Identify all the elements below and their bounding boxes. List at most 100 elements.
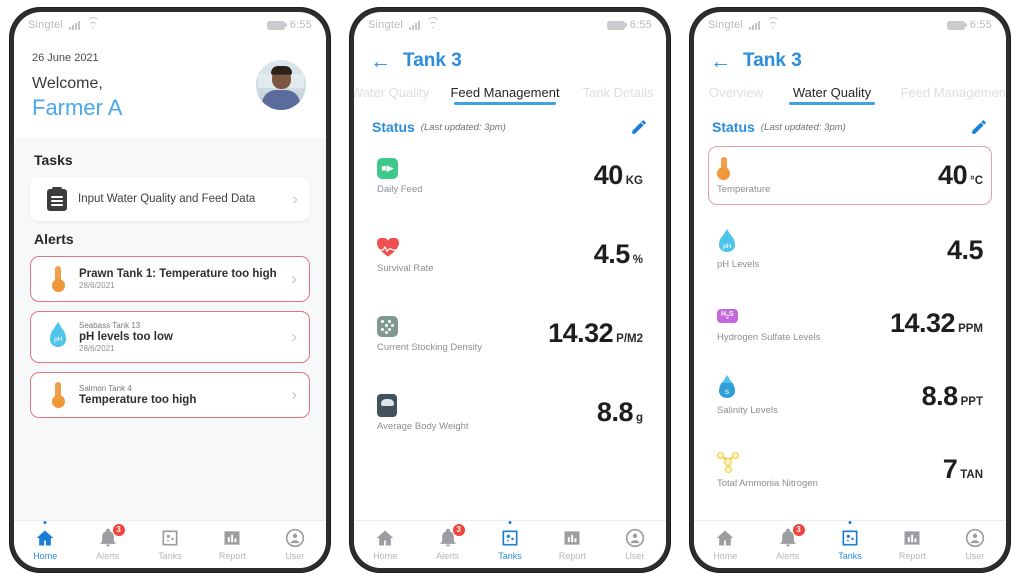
alert-title: Temperature too high	[79, 393, 197, 406]
task-label: Input Water Quality and Feed Data	[78, 192, 256, 205]
status-label: Status	[712, 119, 755, 135]
nav-item-alerts[interactable]: 3 Alerts	[416, 524, 478, 561]
status-row: Status (Last updated: 3pm)	[694, 105, 1006, 140]
heart-rate-icon	[377, 235, 495, 259]
metric-unit: TAN	[960, 469, 983, 481]
bottom-navigation: Home 3 Alerts Tanks Report User	[14, 520, 326, 568]
alerts-badge: 3	[792, 524, 805, 536]
metric-label: Daily Feed	[377, 184, 423, 195]
nav-item-tanks[interactable]: Tanks	[139, 528, 201, 561]
clock-label: 6:55	[969, 19, 992, 31]
nav-item-home[interactable]: Home	[694, 528, 756, 561]
bell-icon: 3	[98, 524, 125, 548]
tanks-icon	[840, 528, 860, 548]
metric-value: 40	[593, 160, 624, 190]
tab-water-quality[interactable]: Water Quality	[354, 85, 438, 105]
metric-label: Salinity Levels	[717, 405, 778, 416]
home-icon	[715, 528, 735, 548]
tab-bar: Overview Water Quality Feed Management	[694, 85, 1006, 105]
metric-value: 4.5	[593, 239, 631, 269]
metric-row[interactable]: S Salinity Levels 8.8 PPT	[708, 367, 992, 426]
metric-value: 14.32	[890, 308, 956, 338]
home-content: Tasks Input Water Quality and Feed Data …	[14, 137, 326, 520]
alert-card[interactable]: Prawn Tank 1: Temperature too high 28/6/…	[30, 255, 310, 302]
metric-unit: °C	[970, 175, 983, 187]
density-icon	[377, 314, 495, 338]
thermometer-icon	[717, 156, 835, 180]
active-dot-icon	[848, 521, 852, 524]
signal-icon	[69, 20, 81, 30]
tab-water-quality[interactable]: Water Quality	[776, 85, 888, 105]
clock-label: 6:55	[629, 19, 652, 31]
nav-item-alerts[interactable]: 3 Alerts	[76, 524, 138, 561]
tab-tank-details[interactable]: Tank Details	[572, 85, 664, 105]
chevron-right-icon: ›	[291, 327, 297, 346]
home-body: 26 June 2021 Welcome, Farmer A Tasks Inp…	[14, 38, 326, 520]
signal-icon	[409, 20, 421, 30]
metric-unit: g	[635, 412, 643, 424]
nav-item-home[interactable]: Home	[14, 521, 76, 561]
back-arrow-icon[interactable]: ←	[710, 51, 731, 72]
home-icon	[35, 528, 55, 548]
task-card[interactable]: Input Water Quality and Feed Data ›	[30, 176, 310, 221]
alert-date: 28/6/2021	[79, 280, 115, 290]
nav-item-report[interactable]: Report	[881, 528, 943, 561]
bottom-navigation: Home 3 Alerts Tanks Report User	[694, 520, 1006, 568]
metric-row[interactable]: Temperature 40 °C	[708, 146, 992, 205]
clock-label: 6:55	[289, 19, 312, 31]
nav-item-user[interactable]: User	[604, 528, 666, 561]
metric-value: 14.32	[548, 318, 614, 348]
metric-row[interactable]: Total Ammonia Nitrogen 7 TAN	[708, 440, 992, 499]
nav-item-alerts[interactable]: 3 Alerts	[756, 524, 818, 561]
feed-body: ← Tank 3 Water Quality Feed Management T…	[354, 38, 666, 520]
metric-unit: PPM	[958, 323, 983, 335]
nav-label-home: Home	[373, 551, 398, 561]
nav-item-tanks[interactable]: Tanks	[479, 521, 541, 561]
nav-label-alerts: Alerts	[436, 551, 460, 561]
user-icon	[285, 528, 305, 548]
detail-header: ← Tank 3	[354, 38, 666, 72]
metric-unit: P/M2	[616, 333, 643, 345]
nav-item-user[interactable]: User	[264, 528, 326, 561]
status-bar: Singtel 6:55	[14, 12, 326, 38]
metric-value: 7	[942, 454, 958, 484]
metric-row[interactable]: H2S Hydrogen Sulfate Levels 14.32 PPM	[708, 294, 992, 353]
nav-item-tanks[interactable]: Tanks	[819, 521, 881, 561]
nav-label-home: Home	[713, 551, 738, 561]
nav-label-report: Report	[898, 551, 926, 561]
carrier-label: Singtel	[28, 19, 64, 31]
pencil-icon[interactable]	[630, 118, 648, 136]
metric-unit: PPT	[960, 396, 983, 408]
metric-row[interactable]: Average Body Weight 8.8 g	[368, 383, 652, 442]
metric-label: Hydrogen Sulfate Levels	[717, 332, 821, 343]
page-title: Tank 3	[743, 50, 802, 71]
thermometer-icon	[43, 265, 73, 292]
nav-label-tanks: Tanks	[838, 551, 862, 561]
metric-row[interactable]: Survival Rate 4.5 %	[368, 225, 652, 284]
status-row: Status (Last updated: 3pm)	[354, 105, 666, 140]
phone-bezel: Singtel 6:55 ← Tank 3 Overview Water Qua…	[690, 8, 1010, 572]
alert-card[interactable]: pH Seabass Tank 13 pH levels too low 28/…	[30, 310, 310, 363]
tab-feed-management[interactable]: Feed Management	[438, 85, 572, 105]
metric-row[interactable]: pH pH Levels 4.5	[708, 221, 992, 280]
metric-row[interactable]: Current Stocking Density 14.32 P/M2	[368, 304, 652, 363]
nav-item-report[interactable]: Report	[201, 528, 263, 561]
avatar[interactable]	[256, 60, 306, 110]
alert-card[interactable]: Salmon Tank 4 Temperature too high ›	[30, 371, 310, 418]
nav-item-user[interactable]: User	[944, 528, 1006, 561]
nav-item-home[interactable]: Home	[354, 528, 416, 561]
tab-bar: Water Quality Feed Management Tank Detai…	[354, 85, 666, 105]
tab-overview[interactable]: Overview	[696, 85, 776, 105]
pencil-icon[interactable]	[970, 118, 988, 136]
carrier-label: Singtel	[708, 19, 744, 31]
phone-screen-feed: Singtel 6:55 ← Tank 3 Water Quality Feed…	[354, 12, 666, 568]
chevron-right-icon: ›	[291, 385, 297, 404]
nav-item-report[interactable]: Report	[541, 528, 603, 561]
molecule-icon	[717, 450, 835, 474]
active-dot-icon	[43, 521, 47, 524]
metric-row[interactable]: ■▶ Daily Feed 40 KG	[368, 146, 652, 205]
back-arrow-icon[interactable]: ←	[370, 51, 391, 72]
tab-feed-management[interactable]: Feed Management	[888, 85, 1006, 105]
battery-icon	[606, 20, 628, 30]
metric-value: 8.8	[596, 397, 634, 427]
